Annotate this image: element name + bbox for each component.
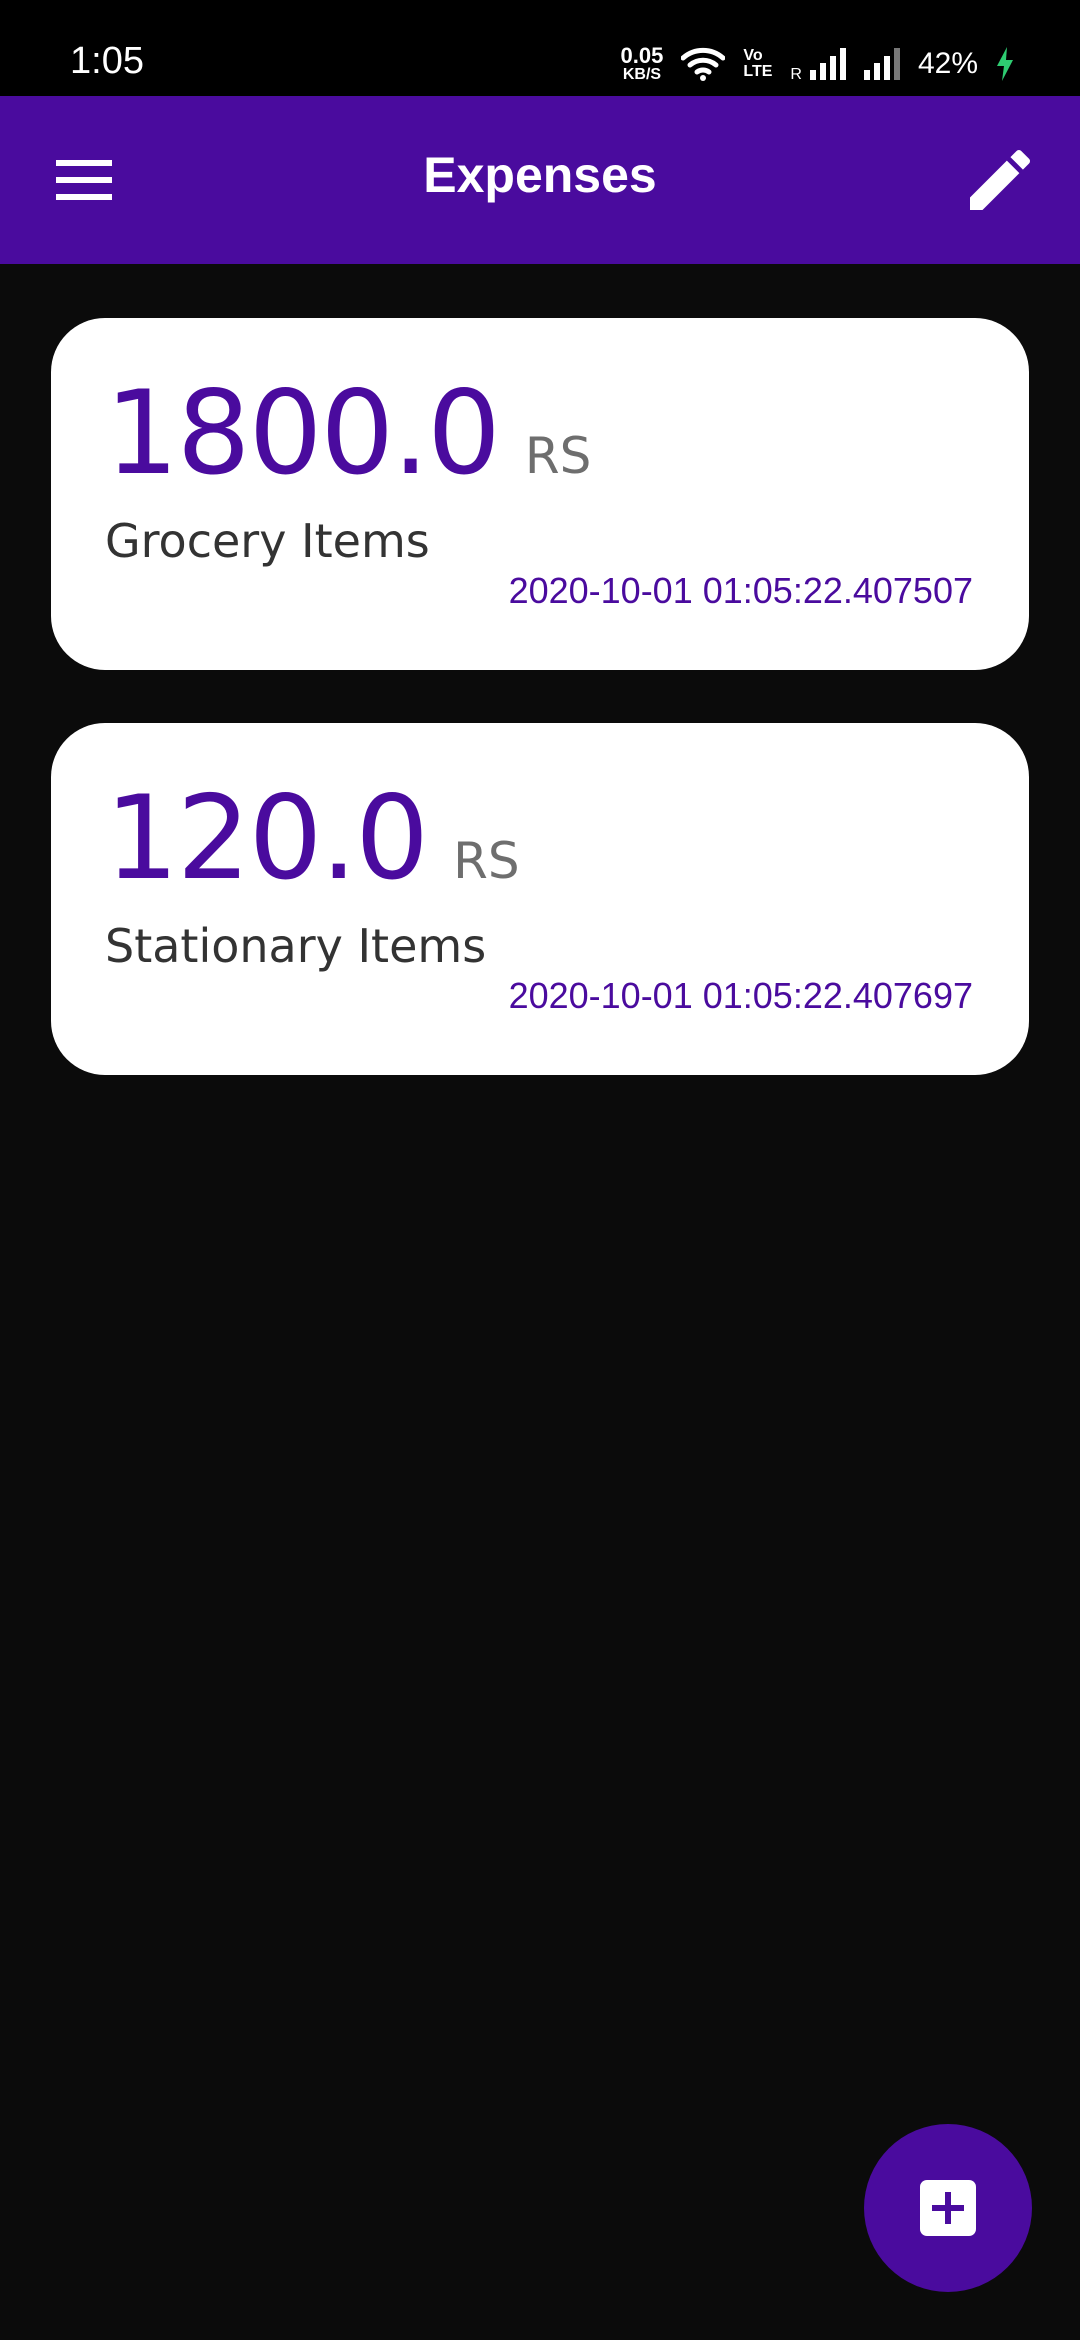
add-box-icon (920, 2180, 976, 2236)
app-bar: Expenses (0, 96, 1080, 264)
amount-value: 120.0 (105, 771, 429, 906)
network-speed-unit: KB/S (622, 66, 662, 83)
edit-button[interactable] (960, 140, 1040, 220)
expense-amount: 120.0 RS (105, 781, 520, 897)
currency-unit: RS (524, 427, 592, 485)
network-speed-value: 0.05 (620, 43, 664, 68)
expense-title: Grocery Items (105, 514, 430, 568)
volte-top: Vo (743, 47, 763, 64)
currency-unit: RS (453, 832, 520, 890)
expense-title: Stationary Items (105, 919, 487, 973)
status-icons: 0.05 KB/S Vo LTE R 42% (621, 44, 1014, 84)
wifi-icon (681, 47, 726, 81)
status-bar: 1:05 0.05 KB/S Vo LTE R 42% (0, 0, 1080, 96)
signal-icon (863, 48, 900, 80)
expense-date: 2020-10-01 01:05:22.407507 (508, 570, 973, 611)
edit-icon (970, 149, 1031, 210)
expense-amount: 1800.0 RS (105, 376, 591, 492)
page-title: Expenses (423, 147, 657, 203)
expense-date: 2020-10-01 01:05:22.407697 (508, 975, 973, 1016)
charging-icon (997, 47, 1013, 81)
expense-card[interactable]: 1800.0 RS Grocery Items 2020-10-01 01:05… (51, 318, 1029, 670)
roaming-indicator: R (790, 66, 802, 83)
battery-percent: 42% (917, 47, 978, 80)
expense-card[interactable]: 120.0 RS Stationary Items 2020-10-01 01:… (51, 723, 1029, 1075)
status-time: 1:05 (70, 40, 144, 82)
volte-indicator: Vo LTE (743, 48, 772, 80)
amount-value: 1800.0 (105, 366, 501, 501)
volte-bottom: LTE (743, 63, 773, 80)
network-speed: 0.05 KB/S (621, 45, 664, 83)
add-expense-button[interactable] (864, 2124, 1032, 2292)
signal-icon (809, 48, 846, 80)
